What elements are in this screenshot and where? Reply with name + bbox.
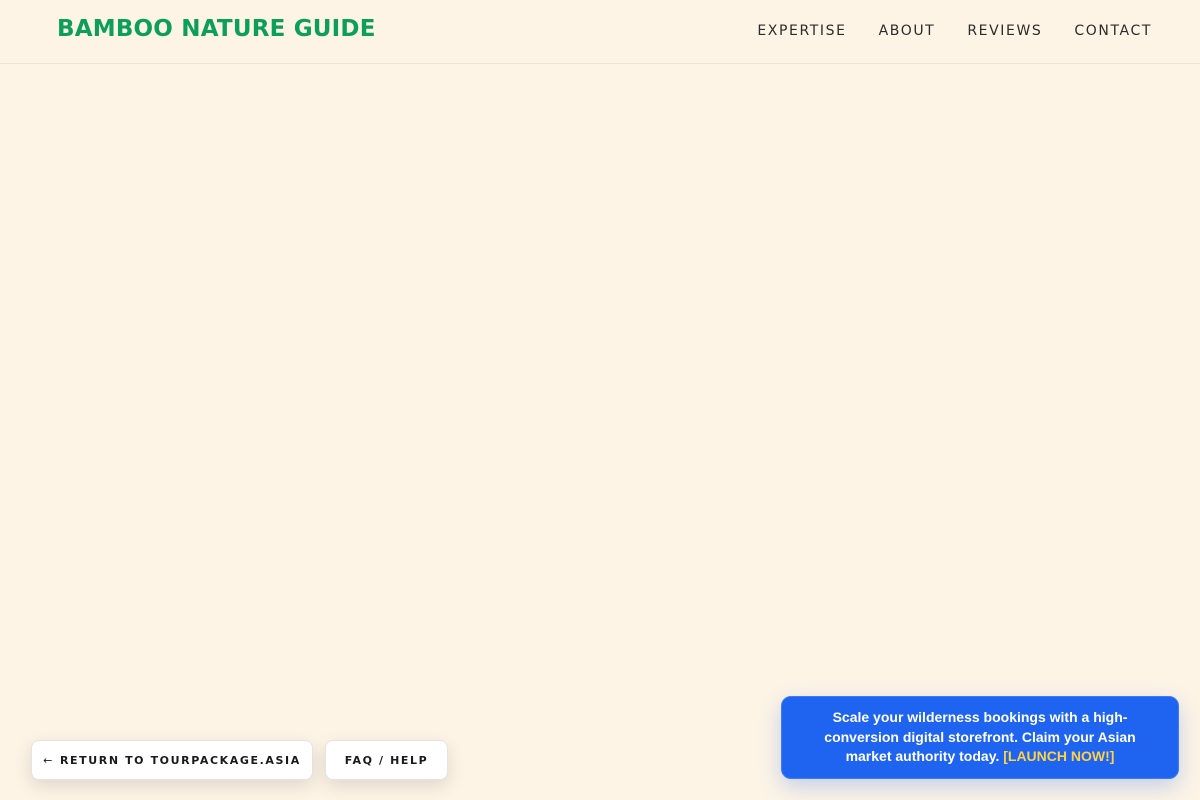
return-button-label: RETURN TO TOURPACKAGE.ASIA (59, 753, 301, 767)
promo-banner: Scale your wilderness bookings with a hi… (781, 696, 1179, 779)
top-navigation-bar: BAMBOO NATURE GUIDE EXPERTISE ABOUT REVI… (0, 0, 1200, 64)
launch-now-link[interactable]: [LAUNCH NOW!] (1003, 748, 1114, 764)
left-arrow-icon: ← (43, 753, 54, 767)
promo-text-block: Scale your wilderness bookings with a hi… (818, 708, 1142, 767)
faq-button-label: FAQ / HELP (344, 753, 429, 767)
faq-help-button[interactable]: FAQ / HELP (325, 740, 448, 780)
nav-link-reviews[interactable]: REVIEWS (967, 23, 1042, 39)
nav-link-expertise[interactable]: EXPERTISE (757, 23, 846, 39)
nav-link-about[interactable]: ABOUT (879, 23, 936, 39)
return-to-tourpackage-button[interactable]: ← RETURN TO TOURPACKAGE.ASIA (31, 740, 313, 780)
site-logo-title[interactable]: BAMBOO NATURE GUIDE (57, 16, 376, 42)
page: BAMBOO NATURE GUIDE EXPERTISE ABOUT REVI… (0, 0, 1200, 800)
main-nav: EXPERTISE ABOUT REVIEWS CONTACT (757, 23, 1152, 39)
nav-link-contact[interactable]: CONTACT (1074, 23, 1152, 39)
